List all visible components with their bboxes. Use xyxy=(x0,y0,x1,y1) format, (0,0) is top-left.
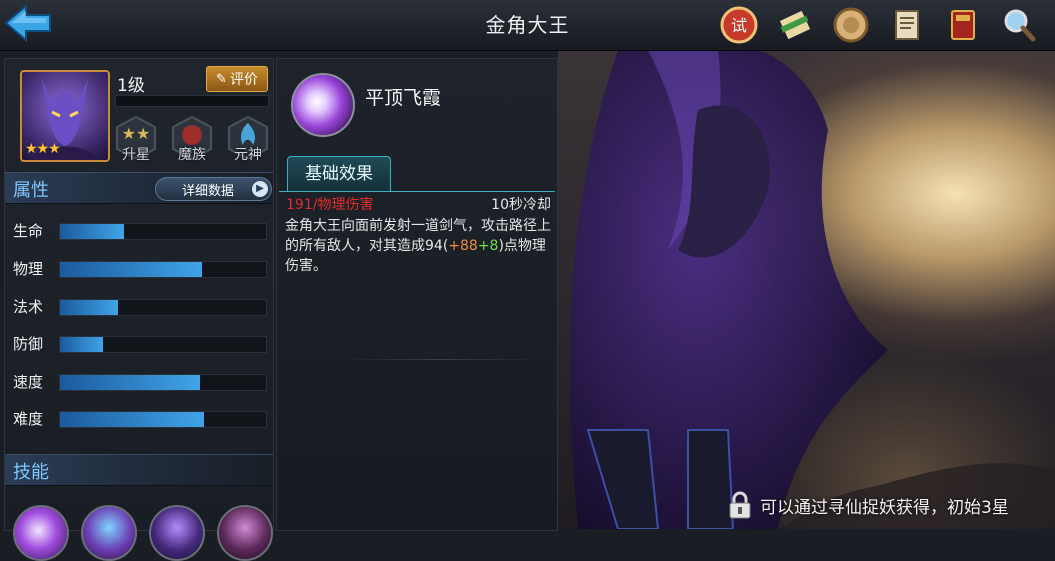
skill-description: 金角大王向面前发射一道剑气，攻击路径上的所有敌人，对其造成94(+88+8)点物… xyxy=(285,216,551,276)
hero-artwork xyxy=(558,50,1055,529)
stat-label: 难度 xyxy=(13,410,44,428)
rate-label: 评价 xyxy=(229,72,258,88)
scroll-icon[interactable] xyxy=(773,3,817,47)
stat-bar xyxy=(59,223,267,240)
stat-bar-fill xyxy=(60,412,205,427)
stat-bar xyxy=(59,411,267,428)
tab-underline xyxy=(279,191,555,192)
skill-name: 平顶飞霞 xyxy=(365,87,442,109)
stat-bar xyxy=(59,374,267,391)
svg-text:试: 试 xyxy=(731,16,747,35)
stat-label: 法术 xyxy=(13,298,44,316)
rate-button[interactable]: ✎ 评价 xyxy=(206,66,268,92)
stat-bar xyxy=(59,299,267,316)
skill-shadow-icon[interactable] xyxy=(217,505,273,561)
stat-label: 防御 xyxy=(13,335,44,353)
skill-gourd-icon[interactable] xyxy=(81,505,137,561)
skill-icon-list xyxy=(13,505,273,561)
detail-data-label: 详细数据 xyxy=(182,184,235,199)
selected-skill-icon xyxy=(291,73,355,137)
star-upgrade-badge[interactable]: ★★ 升星 xyxy=(111,115,161,163)
stat-row-defense: 防御 xyxy=(13,333,268,353)
detail-data-button[interactable]: 详细数据 ▶ xyxy=(155,177,272,201)
skills-header: 技能 xyxy=(5,454,273,486)
top-bar: 金角大王 试 xyxy=(0,0,1055,51)
stat-bar xyxy=(59,261,267,278)
stat-bar xyxy=(59,336,267,353)
hero-level: 1级 xyxy=(117,76,145,96)
spirit-badge[interactable]: 元神 xyxy=(223,115,273,163)
stat-row-hp: 生命 xyxy=(13,220,268,240)
trial-seal-icon[interactable]: 试 xyxy=(717,3,761,47)
top-toolbar: 试 xyxy=(717,3,1041,47)
hero-portrait[interactable]: ★★★ xyxy=(20,70,110,162)
unlock-text: 可以通过寻仙捉妖获得，初始3星 xyxy=(760,497,1009,518)
experience-bar xyxy=(115,95,269,107)
book-icon[interactable] xyxy=(941,3,985,47)
svg-text:★★: ★★ xyxy=(122,124,151,143)
skill-slash-icon[interactable] xyxy=(13,505,69,561)
skill-summon-icon[interactable] xyxy=(149,505,205,561)
hero-info-panel: ★★★ 1级 ✎ 评价 ★★ 升星 魔族 元神 属性 详细数据 ▶ 生命 物理 … xyxy=(4,58,274,561)
desc-bonus-green: +8 xyxy=(477,238,499,254)
stat-label: 生命 xyxy=(13,222,44,240)
hero-badges: ★★ 升星 魔族 元神 xyxy=(111,115,273,163)
attributes-title: 属性 xyxy=(13,180,49,201)
magnifier-icon[interactable] xyxy=(997,3,1041,47)
demon-clan-badge[interactable]: 魔族 xyxy=(167,115,217,163)
stat-bar-fill xyxy=(60,262,203,277)
stat-label: 速度 xyxy=(13,373,44,391)
edit-icon: ✎ xyxy=(216,71,227,87)
stat-bar-fill xyxy=(60,375,201,390)
stat-bar-fill xyxy=(60,337,104,352)
skill-cooldown: 10秒冷却 xyxy=(491,197,551,213)
medal-icon[interactable] xyxy=(829,3,873,47)
divider xyxy=(337,359,547,360)
stat-row-physical: 物理 xyxy=(13,258,268,278)
notes-icon[interactable] xyxy=(885,3,929,47)
skill-detail-panel: 平顶飞霞 基础效果 191/物理伤害 10秒冷却 金角大王向面前发射一道剑气，攻… xyxy=(276,58,558,531)
hero-silhouette xyxy=(558,50,1055,529)
unlock-note: 可以通过寻仙捉妖获得，初始3星 xyxy=(728,490,1009,520)
stat-label: 物理 xyxy=(13,260,44,278)
desc-bonus-orange: +88 xyxy=(448,238,478,254)
skill-damage-type: 191/物理伤害 xyxy=(286,197,374,213)
star-rating: ★★★ xyxy=(25,141,61,157)
stat-bar-fill xyxy=(60,300,118,315)
stat-row-difficulty: 难度 xyxy=(13,408,268,428)
tab-basic-effect[interactable]: 基础效果 xyxy=(287,156,391,192)
lock-icon xyxy=(729,491,751,519)
chevron-right-icon: ▶ xyxy=(252,181,268,197)
stat-row-magic: 法术 xyxy=(13,296,268,316)
stat-bar-fill xyxy=(60,224,124,239)
skills-title: 技能 xyxy=(13,462,49,483)
stat-row-speed: 速度 xyxy=(13,371,268,391)
